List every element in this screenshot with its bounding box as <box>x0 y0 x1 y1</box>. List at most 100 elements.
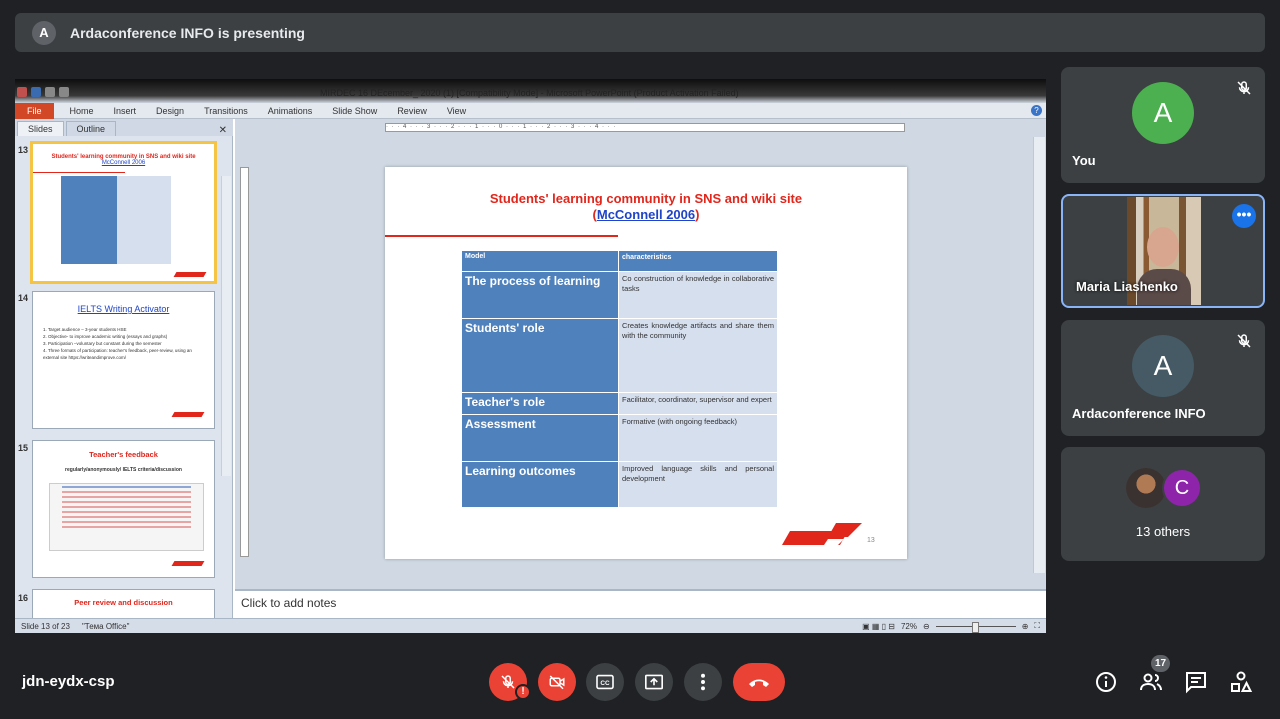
zoom-controls: ▣ ▦ ▯ ⊟ 72% ⊖ ⊕ ⛶ <box>862 621 1046 633</box>
thumb-subtitle: regularly/anonymously/ IELTS criteria/di… <box>65 467 182 473</box>
table-cell: Co construction of knowledge in collabor… <box>618 271 778 319</box>
captions-icon: CC <box>596 674 614 690</box>
slide-link[interactable]: McConnell 2006 <box>597 207 695 222</box>
status-slide: Slide 13 of 23 <box>21 621 70 631</box>
zoom-level[interactable]: 72% <box>901 622 917 631</box>
close-pane-icon[interactable]: ✕ <box>219 125 227 136</box>
tab-slides[interactable]: Slides <box>17 121 64 136</box>
table-cell: Creates knowledge artifacts and share th… <box>618 318 778 393</box>
mic-toggle-button[interactable]: ! <box>489 663 531 701</box>
camera-off-icon <box>549 675 565 690</box>
thumb-number: 16 <box>18 593 29 603</box>
camera-toggle-button[interactable] <box>538 663 576 701</box>
participant-name: Ardaconference INFO <box>1072 406 1206 421</box>
thumb-table <box>61 176 171 264</box>
activities-icon[interactable] <box>1229 670 1253 694</box>
view-buttons-icon[interactable]: ▣ ▦ ▯ ⊟ <box>862 622 895 631</box>
chat-icon[interactable] <box>1184 670 1208 694</box>
status-theme: "Тема Office" <box>81 621 130 631</box>
tab-outline[interactable]: Outline <box>65 121 117 136</box>
ribbon-tab-insert[interactable]: Insert <box>104 106 147 116</box>
table-cell: Improved language skills and personal de… <box>618 461 778 508</box>
thumb-number: 13 <box>18 145 29 155</box>
more-options-icon[interactable]: ••• <box>1232 204 1256 228</box>
hang-up-icon <box>749 679 769 687</box>
shared-screen: MIRDEC 16 DEcember_ 2020 (1) [Compatibil… <box>15 79 1046 633</box>
more-options-button[interactable] <box>684 663 722 701</box>
others-count: 13 others <box>1135 524 1191 539</box>
ribbon-tab-transitions[interactable]: Transitions <box>194 106 258 116</box>
fit-slide-icon[interactable]: ⛶ <box>1034 621 1040 631</box>
horizontal-ruler: · · · 4 · · · 3 · · · 2 · · · 1 · · · 0 … <box>385 123 905 132</box>
slide-scrollbar[interactable] <box>1033 137 1045 573</box>
zoom-out-icon[interactable]: ⊖ <box>923 622 930 631</box>
table-row: The process of learning Co construction o… <box>461 271 778 319</box>
thumb-number: 15 <box>18 443 29 453</box>
svg-text:CC: CC <box>600 680 610 687</box>
undo-icon[interactable] <box>45 87 55 97</box>
table-cell: Facilitator, coordinator, supervisor and… <box>618 392 778 415</box>
thumb-title: Teacher's feedback <box>89 450 158 459</box>
ribbon-tab-review[interactable]: Review <box>387 106 437 116</box>
thumb-bullets: 1. Target audience – 3-year students HSE… <box>43 326 205 361</box>
table-cell: Teacher's role <box>461 392 619 415</box>
participant-tile-others[interactable]: C 13 others <box>1061 447 1265 561</box>
leave-call-button[interactable] <box>733 663 785 701</box>
help-icon[interactable]: ? <box>1031 105 1042 116</box>
people-count-badge: 17 <box>1151 655 1170 672</box>
ribbon-tab-view[interactable]: View <box>437 106 476 116</box>
ppt-title-bar: MIRDEC 16 DEcember_ 2020 (1) [Compatibil… <box>15 79 1046 103</box>
participant-tile-maria[interactable]: Maria Liashenko ••• <box>1061 194 1265 308</box>
captions-button[interactable]: CC <box>586 663 624 701</box>
ribbon-tab-slideshow[interactable]: Slide Show <box>322 106 387 116</box>
presenting-banner: A Ardaconference INFO is presenting <box>15 13 1265 52</box>
pane-scrollbar[interactable] <box>221 176 231 476</box>
ribbon-tab-design[interactable]: Design <box>146 106 194 116</box>
slide-page-number: 13 <box>867 537 875 544</box>
presenter-avatar: A <box>32 20 56 45</box>
thumb-line <box>33 172 125 173</box>
thumb-logo <box>171 561 205 566</box>
participant-avatar: C <box>1162 468 1202 508</box>
ribbon-tab-home[interactable]: Home <box>60 106 104 116</box>
mic-off-icon <box>1237 334 1251 348</box>
zoom-in-icon[interactable]: ⊕ <box>1022 622 1029 631</box>
slide-title-text: Students' learning community in SNS and … <box>489 191 803 206</box>
thumb-title: IELTS Writing Activator <box>77 304 170 314</box>
save-icon[interactable] <box>31 87 41 97</box>
participant-tile-ardaconference[interactable]: A Ardaconference INFO <box>1061 320 1265 436</box>
warning-badge-icon: ! <box>515 684 531 700</box>
slide-logo <box>782 523 862 545</box>
zoom-slider[interactable] <box>935 621 1016 633</box>
quick-access-toolbar[interactable] <box>17 87 69 97</box>
present-screen-icon <box>645 674 663 690</box>
meeting-code: jdn-eydx-csp <box>22 673 115 690</box>
table-row: Students' role Creates knowledge artifact… <box>461 318 778 393</box>
ppt-logo-icon <box>17 87 27 97</box>
slide-thumb-16[interactable]: Peer review and discussion <box>32 589 215 619</box>
pane-tabs: Slides Outline ✕ <box>15 119 233 136</box>
table-cell: Model <box>461 250 619 272</box>
notes-pane[interactable]: Click to add notes <box>235 589 1046 618</box>
table-cell: Assessment <box>461 414 619 462</box>
participant-photo <box>1126 468 1166 508</box>
slide-thumb-13[interactable]: Students' learning community in SNS and … <box>30 141 217 284</box>
table-cell: Students' role <box>461 318 619 393</box>
redo-icon[interactable] <box>59 87 69 97</box>
slide-thumb-15[interactable]: Teacher's feedback regularly/anonymously… <box>32 440 215 578</box>
present-now-button[interactable] <box>635 663 673 701</box>
slide-thumb-14[interactable]: IELTS Writing Activator 1. Target audien… <box>32 291 215 429</box>
slide-editor: · · · 4 · · · 3 · · · 2 · · · 1 · · · 0 … <box>235 119 1046 589</box>
current-slide[interactable]: Students' learning community in SNS and … <box>385 167 907 559</box>
slide-paren-close: ) <box>695 207 700 222</box>
slide-title: Students' learning community in SNS and … <box>385 191 907 223</box>
ppt-window-title: MIRDEC 16 DEcember_ 2020 (1) [Compatibil… <box>320 88 739 98</box>
ribbon-tab-animations[interactable]: Animations <box>258 106 323 116</box>
participant-name: Maria Liashenko <box>1076 279 1178 294</box>
table-cell: Formative (with ongoing feedback) <box>618 414 778 462</box>
thumb-logo <box>173 272 207 277</box>
people-icon[interactable] <box>1139 670 1163 694</box>
ribbon-tab-file[interactable]: File <box>15 102 54 119</box>
participant-tile-you[interactable]: A You <box>1061 67 1265 183</box>
meeting-details-icon[interactable] <box>1094 670 1118 694</box>
